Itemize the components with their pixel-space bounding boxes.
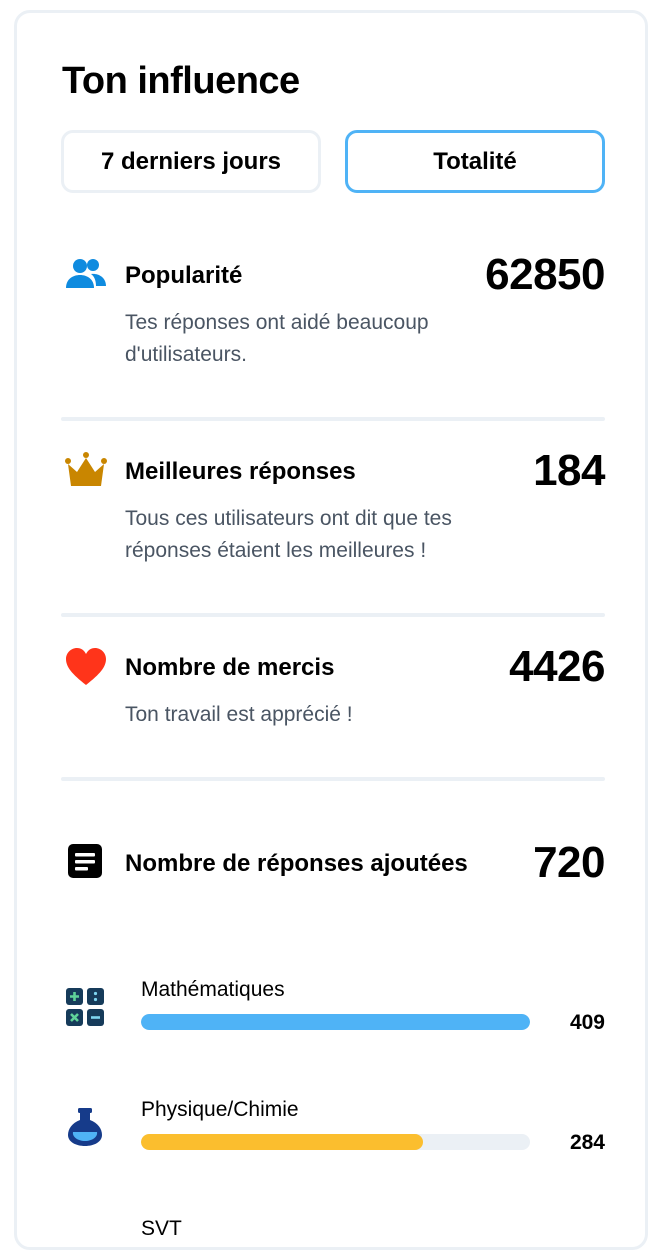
progress-fill-physics <box>141 1134 424 1150</box>
answers-icon <box>68 844 102 878</box>
progress-track-physics <box>141 1134 530 1150</box>
divider <box>61 613 605 617</box>
crown-icon <box>65 452 107 486</box>
stat-desc-best-answers: Tous ces utilisateurs ont dit que tes ré… <box>125 507 452 562</box>
influence-card <box>14 10 648 1250</box>
stat-value-answers-added: 720 <box>533 838 605 887</box>
stat-label-answers-added: Nombre de réponses ajoutées <box>125 850 468 877</box>
stat-label-best-answers: Meilleures réponses <box>125 458 356 485</box>
flask-icon <box>68 1108 102 1146</box>
progress-track-math <box>141 1014 530 1030</box>
progress-fill-math <box>141 1014 530 1030</box>
stat-label-popularity: Popularité <box>125 262 243 289</box>
page-title: Ton influence <box>62 60 300 102</box>
subject-name-svt: SVT <box>141 1217 182 1240</box>
tab-last-7-days[interactable]: 7 derniers jours <box>61 130 321 193</box>
stat-value-thanks: 4426 <box>509 642 605 691</box>
heart-icon <box>66 648 106 685</box>
divider <box>61 777 605 781</box>
tab-total[interactable]: Totalité <box>345 130 605 193</box>
subject-name-math: Mathématiques <box>141 978 285 1001</box>
subject-count-physics: 284 <box>569 1131 605 1154</box>
stat-desc-thanks: Ton travail est apprécié ! <box>125 703 353 726</box>
stat-value-popularity: 62850 <box>485 250 605 299</box>
users-icon <box>66 259 106 288</box>
subject-name-physics: Physique/Chimie <box>141 1098 299 1121</box>
calculator-icon <box>66 988 104 1026</box>
subject-count-math: 409 <box>569 1011 605 1034</box>
stat-desc-popularity: Tes réponses ont aidé beaucoup d'utilisa… <box>125 311 429 366</box>
stat-label-thanks: Nombre de mercis <box>125 654 335 681</box>
divider <box>61 417 605 421</box>
stat-value-best-answers: 184 <box>533 446 605 495</box>
